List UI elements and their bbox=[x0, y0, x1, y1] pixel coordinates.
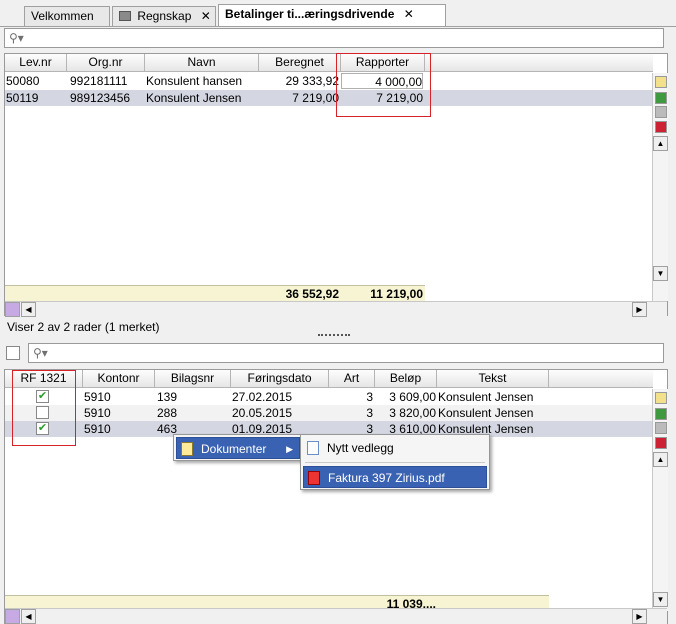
menu-item-faktura-pdf[interactable]: Faktura 397 Zirius.pdf bbox=[303, 466, 487, 488]
tab-regnskap[interactable]: Regnskap ✕ bbox=[112, 6, 216, 26]
scroll-down-button[interactable]: ▼ bbox=[653, 592, 668, 607]
top-search-input[interactable]: ⚲▾ bbox=[4, 28, 664, 48]
col-header-filler bbox=[549, 370, 653, 388]
options-icon[interactable] bbox=[5, 609, 20, 624]
scroll-left-button[interactable]: ◀ bbox=[21, 302, 36, 317]
document-icon bbox=[181, 442, 193, 456]
tab-velkommen[interactable]: Velkommen bbox=[24, 6, 110, 26]
menu-item-label: Faktura 397 Zirius.pdf bbox=[328, 471, 445, 485]
annotation-box bbox=[12, 370, 76, 446]
search-icon: ⚲▾ bbox=[33, 346, 48, 360]
menu-item-nytt-vedlegg[interactable]: Nytt vedlegg bbox=[303, 437, 487, 459]
close-icon[interactable]: ✕ bbox=[404, 7, 414, 21]
table-row[interactable]: ✔ 5910 139 27.02.2015 3 3 609,00 Konsule… bbox=[5, 389, 653, 405]
cell-art: 3 bbox=[366, 406, 373, 420]
pdf-icon[interactable] bbox=[655, 121, 667, 133]
menu-item-label: Dokumenter bbox=[201, 442, 267, 456]
menu-separator bbox=[305, 462, 485, 463]
scroll-left-button[interactable]: ◀ bbox=[21, 609, 36, 624]
cell-kontonr: 5910 bbox=[84, 406, 111, 420]
tab-label: Velkommen bbox=[31, 9, 94, 23]
cell-bilagsnr: 139 bbox=[157, 390, 178, 404]
top-grid-toolbar: ▲ ▼ bbox=[652, 73, 668, 301]
col-header-belop[interactable]: Beløp bbox=[375, 370, 437, 388]
col-header-beregnet[interactable]: Beregnet bbox=[259, 54, 341, 72]
cell-kontonr: 5910 bbox=[84, 422, 111, 436]
col-header-bilagsnr[interactable]: Bilagsnr bbox=[155, 370, 231, 388]
close-icon[interactable]: ✕ bbox=[201, 9, 211, 23]
cell-foringsdato: 20.05.2015 bbox=[232, 406, 293, 420]
menu-item-label: Nytt vedlegg bbox=[327, 441, 394, 455]
status-text: Viser 2 av 2 rader (1 merket) bbox=[7, 320, 160, 334]
filter-icon[interactable] bbox=[655, 76, 667, 88]
cell-foringsdato: 27.02.2015 bbox=[232, 390, 293, 404]
annotation-box bbox=[336, 53, 431, 117]
select-all-checkbox[interactable] bbox=[6, 346, 20, 360]
cell-navn: Konsulent Jensen bbox=[146, 91, 242, 105]
table-row[interactable]: 50119 989123456 Konsulent Jensen 7 219,0… bbox=[5, 90, 653, 106]
cell-belop: 3 609,00 bbox=[389, 390, 436, 404]
scroll-right-button[interactable]: ▶ bbox=[632, 302, 647, 317]
cell-orgnr: 992181111 bbox=[70, 74, 128, 88]
cell-belop: 3 820,00 bbox=[389, 406, 436, 420]
cell-beregnet: 7 219,00 bbox=[292, 91, 339, 105]
col-header-art[interactable]: Art bbox=[329, 370, 375, 388]
pdf-icon[interactable] bbox=[655, 437, 667, 449]
cell-beregnet: 29 333,92 bbox=[285, 74, 339, 88]
bottom-search-input[interactable]: ⚲▾ bbox=[28, 343, 664, 363]
search-icon: ⚲▾ bbox=[9, 31, 24, 45]
report-icon bbox=[119, 11, 131, 21]
new-attachment-icon bbox=[307, 441, 319, 455]
total-rapporter: 11 219,00 bbox=[370, 287, 423, 301]
divider bbox=[0, 26, 676, 27]
excel-icon[interactable] bbox=[655, 92, 667, 104]
col-header-filler bbox=[425, 54, 653, 72]
scroll-down-button[interactable]: ▼ bbox=[653, 266, 668, 281]
tab-betalinger[interactable]: Betalinger ti...æringsdrivende ✕ bbox=[218, 4, 446, 27]
cell-kontonr: 5910 bbox=[84, 390, 111, 404]
print-icon[interactable] bbox=[655, 422, 667, 434]
scroll-right-button[interactable]: ▶ bbox=[632, 609, 647, 624]
bottom-grid-toolbar: ▲ ▼ bbox=[652, 389, 668, 611]
submenu: Nytt vedlegg Faktura 397 Zirius.pdf bbox=[300, 434, 490, 490]
col-header-kontonr[interactable]: Kontonr bbox=[83, 370, 155, 388]
top-hscrollbar[interactable]: ◀ ▶ bbox=[5, 301, 667, 317]
bottom-hscrollbar[interactable]: ◀ ▶ bbox=[5, 608, 667, 624]
col-header-foringsdato[interactable]: Føringsdato bbox=[231, 370, 329, 388]
col-header-orgnr[interactable]: Org.nr bbox=[67, 54, 145, 72]
pdf-icon bbox=[308, 471, 320, 485]
print-icon[interactable] bbox=[655, 106, 667, 118]
cell-art: 3 bbox=[366, 390, 373, 404]
totals-row: 36 552,92 11 219,00 bbox=[5, 285, 425, 301]
table-row[interactable]: 50080 992181111 Konsulent hansen 29 333,… bbox=[5, 73, 653, 90]
context-menu: Dokumenter ▶ bbox=[173, 434, 303, 461]
menu-item-dokumenter[interactable]: Dokumenter ▶ bbox=[176, 437, 300, 459]
cell-orgnr: 989123456 bbox=[70, 91, 131, 105]
cell-tekst: Konsulent Jensen bbox=[438, 406, 534, 420]
scroll-up-button[interactable]: ▲ bbox=[653, 452, 668, 467]
cell-navn: Konsulent hansen bbox=[146, 74, 243, 88]
submenu-arrow-icon: ▶ bbox=[286, 444, 293, 454]
splitter-handle[interactable] bbox=[318, 334, 350, 338]
cell-levnr: 50119 bbox=[6, 91, 39, 105]
cell-tekst: Konsulent Jensen bbox=[438, 390, 534, 404]
cell-bilagsnr: 288 bbox=[157, 406, 178, 420]
tab-label: Regnskap bbox=[137, 9, 192, 23]
bottom-grid: RF 1321 Kontonr Bilagsnr Føringsdato Art… bbox=[4, 369, 668, 624]
table-row[interactable]: 5910 288 20.05.2015 3 3 820,00 Konsulent… bbox=[5, 405, 653, 421]
col-header-navn[interactable]: Navn bbox=[145, 54, 259, 72]
scroll-up-button[interactable]: ▲ bbox=[653, 136, 668, 151]
options-icon[interactable] bbox=[5, 302, 20, 317]
col-header-tekst[interactable]: Tekst bbox=[437, 370, 549, 388]
total-beregnet: 36 552,92 bbox=[285, 287, 339, 301]
excel-icon[interactable] bbox=[655, 408, 667, 420]
tab-label: Betalinger ti...æringsdrivende bbox=[225, 7, 395, 21]
col-header-levnr[interactable]: Lev.nr bbox=[5, 54, 67, 72]
filter-icon[interactable] bbox=[655, 392, 667, 404]
cell-levnr: 50080 bbox=[6, 74, 40, 88]
